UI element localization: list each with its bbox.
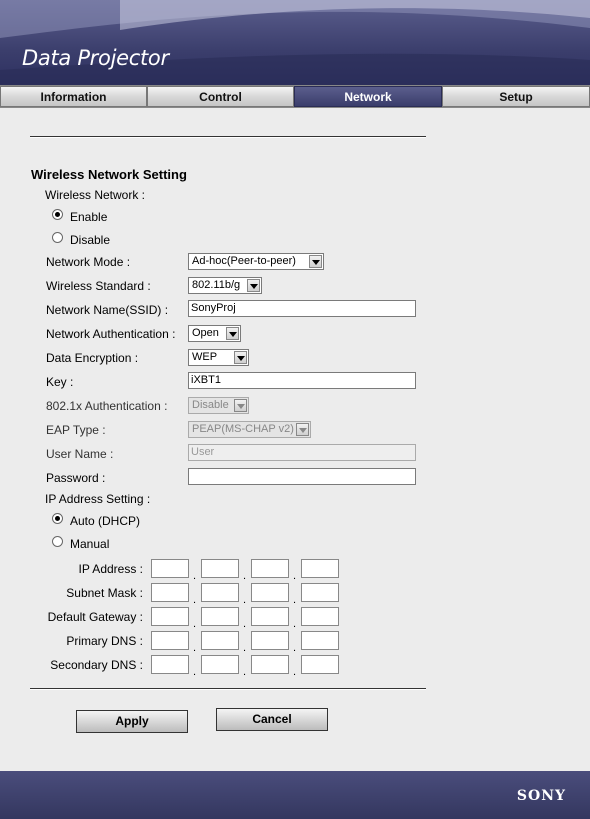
footer-bar: SONY xyxy=(0,771,590,819)
ip-address-octet-3[interactable] xyxy=(251,559,289,578)
ip-auto-radio[interactable] xyxy=(52,513,63,524)
app-title: Data Projector xyxy=(22,46,169,70)
secondary-dns-octet-4[interactable] xyxy=(301,655,339,674)
octet-separator: . xyxy=(243,570,247,582)
data-encryption-select[interactable]: WEP xyxy=(188,349,249,366)
primary-dns-octet-1[interactable] xyxy=(151,631,189,650)
network-auth-label: Network Authentication : xyxy=(46,327,176,341)
octet-separator: . xyxy=(243,642,247,654)
tab-information[interactable]: Information xyxy=(0,86,147,107)
octet-separator: . xyxy=(293,594,297,606)
ip-address-octet-2[interactable] xyxy=(201,559,239,578)
subnet-mask-label: Subnet Mask : xyxy=(66,586,143,600)
key-input[interactable]: iXBT1 xyxy=(188,372,416,389)
octet-separator: . xyxy=(193,666,197,678)
octet-separator: . xyxy=(193,642,197,654)
default-gateway-octet-1[interactable] xyxy=(151,607,189,626)
chevron-down-icon xyxy=(247,279,260,292)
eap-type-label: EAP Type : xyxy=(46,423,106,437)
chevron-down-icon xyxy=(309,255,322,268)
brand-logo: SONY xyxy=(516,788,566,804)
chevron-down-icon xyxy=(296,423,309,436)
secondary-dns-label: Secondary DNS : xyxy=(50,658,143,672)
data-encryption-value: WEP xyxy=(192,351,218,363)
ip-address-label: IP Address : xyxy=(78,562,143,576)
password-input[interactable] xyxy=(188,468,416,485)
octet-separator: . xyxy=(193,618,197,630)
tab-bar: Information Control Network Setup xyxy=(0,85,590,108)
tab-network[interactable]: Network xyxy=(294,86,442,107)
wireless-standard-select[interactable]: 802.11b/g xyxy=(188,277,262,294)
octet-separator: . xyxy=(243,666,247,678)
divider-bottom xyxy=(30,688,426,690)
header-banner: Data Projector xyxy=(0,0,590,85)
ip-setting-label: IP Address Setting : xyxy=(45,492,151,506)
divider-top xyxy=(30,136,426,138)
subnet-mask-octet-4[interactable] xyxy=(301,583,339,602)
network-auth-value: Open xyxy=(192,327,219,339)
default-gateway-octet-4[interactable] xyxy=(301,607,339,626)
octet-separator: . xyxy=(243,618,247,630)
dot1x-auth-select[interactable]: Disable xyxy=(188,397,249,414)
ip-auto-label: Auto (DHCP) xyxy=(70,514,141,528)
data-encryption-label: Data Encryption : xyxy=(46,351,139,365)
header-swoosh xyxy=(0,0,590,85)
chevron-down-icon xyxy=(234,399,247,412)
subnet-mask-octet-1[interactable] xyxy=(151,583,189,602)
network-auth-select[interactable]: Open xyxy=(188,325,241,342)
octet-separator: . xyxy=(193,570,197,582)
primary-dns-octet-2[interactable] xyxy=(201,631,239,650)
wireless-standard-label: Wireless Standard : xyxy=(46,279,151,293)
network-mode-select[interactable]: Ad-hoc(Peer-to-peer) xyxy=(188,253,324,270)
network-mode-value: Ad-hoc(Peer-to-peer) xyxy=(192,255,296,267)
octet-separator: . xyxy=(293,666,297,678)
chevron-down-icon xyxy=(234,351,247,364)
ssid-input[interactable]: SonyProj xyxy=(188,300,416,317)
default-gateway-label: Default Gateway : xyxy=(47,610,143,624)
dot1x-auth-value: Disable xyxy=(192,399,229,411)
network-mode-label: Network Mode : xyxy=(46,255,131,269)
wireless-enable-radio[interactable] xyxy=(52,209,63,220)
password-label: Password : xyxy=(46,471,106,485)
user-name-input[interactable]: User xyxy=(188,444,416,461)
apply-button[interactable]: Apply xyxy=(76,710,188,733)
octet-separator: . xyxy=(293,570,297,582)
ssid-label: Network Name(SSID) : xyxy=(46,303,169,317)
subnet-mask-octet-3[interactable] xyxy=(251,583,289,602)
wireless-enable-label: Enable xyxy=(70,210,108,224)
octet-separator: . xyxy=(293,618,297,630)
ip-address-octet-4[interactable] xyxy=(301,559,339,578)
chevron-down-icon xyxy=(226,327,239,340)
wireless-standard-value: 802.11b/g xyxy=(192,279,241,291)
wireless-disable-radio[interactable] xyxy=(52,232,63,243)
ip-manual-radio[interactable] xyxy=(52,536,63,547)
wireless-network-label: Wireless Network : xyxy=(45,188,146,202)
eap-type-value: PEAP(MS-CHAP v2) xyxy=(192,423,294,435)
secondary-dns-octet-2[interactable] xyxy=(201,655,239,674)
default-gateway-octet-2[interactable] xyxy=(201,607,239,626)
key-label: Key : xyxy=(46,375,74,389)
cancel-button[interactable]: Cancel xyxy=(216,708,328,731)
eap-type-select[interactable]: PEAP(MS-CHAP v2) xyxy=(188,421,311,438)
primary-dns-octet-4[interactable] xyxy=(301,631,339,650)
dot1x-auth-label: 802.1x Authentication : xyxy=(46,399,168,413)
subnet-mask-octet-2[interactable] xyxy=(201,583,239,602)
primary-dns-label: Primary DNS : xyxy=(66,634,143,648)
octet-separator: . xyxy=(243,594,247,606)
default-gateway-octet-3[interactable] xyxy=(251,607,289,626)
tab-setup[interactable]: Setup xyxy=(442,86,590,107)
primary-dns-octet-3[interactable] xyxy=(251,631,289,650)
wireless-disable-label: Disable xyxy=(70,233,111,247)
secondary-dns-octet-3[interactable] xyxy=(251,655,289,674)
ip-manual-label: Manual xyxy=(70,537,110,551)
tab-control[interactable]: Control xyxy=(147,86,294,107)
secondary-dns-octet-1[interactable] xyxy=(151,655,189,674)
ip-address-octet-1[interactable] xyxy=(151,559,189,578)
octet-separator: . xyxy=(293,642,297,654)
section-title: Wireless Network Setting xyxy=(31,167,187,182)
user-name-label: User Name : xyxy=(46,447,114,461)
octet-separator: . xyxy=(193,594,197,606)
